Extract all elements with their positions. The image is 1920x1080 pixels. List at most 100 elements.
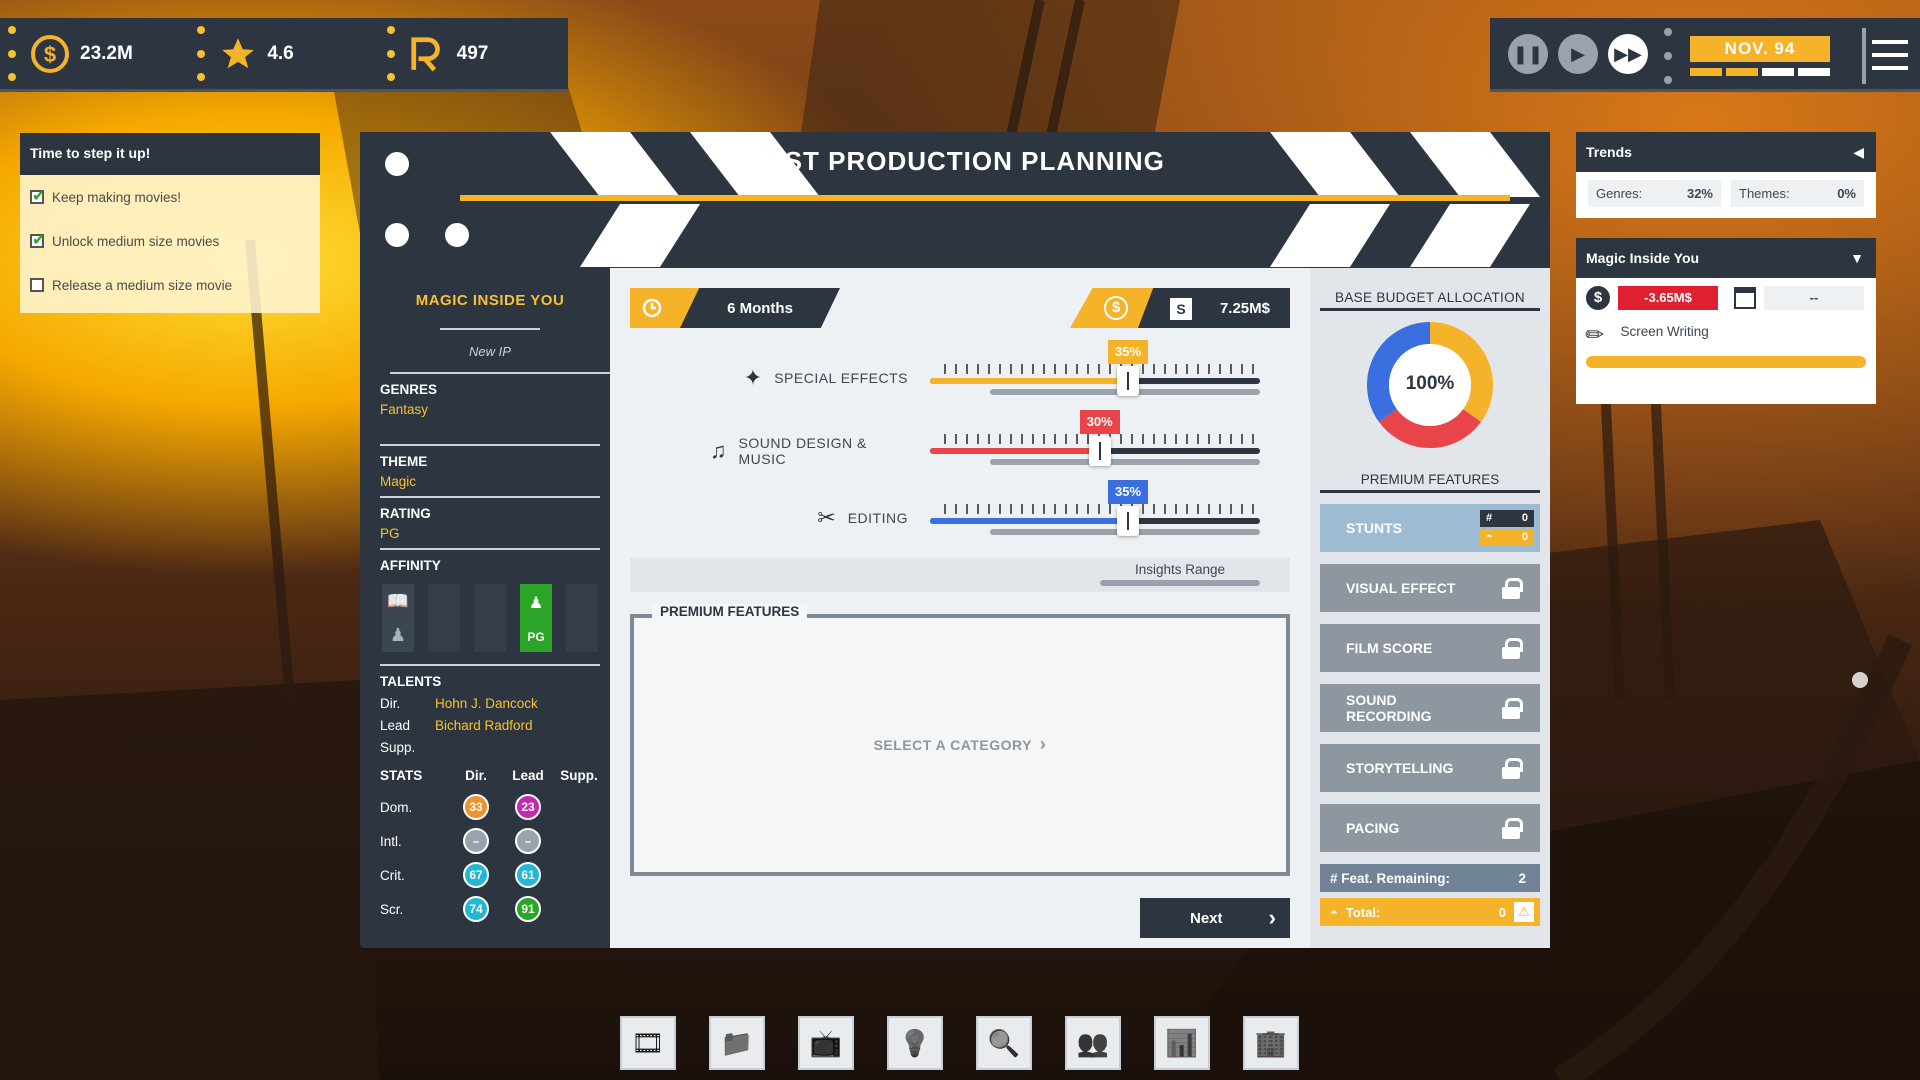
page-title: POST PRODUCTION PLANNING: [745, 146, 1165, 176]
checkbox-checked-icon: [30, 230, 45, 250]
objective-item: Release a medium size movie: [20, 263, 320, 307]
svg-text:$: $: [44, 42, 56, 67]
slider-thumb[interactable]: [1117, 506, 1139, 536]
trends-title: Trends: [1586, 144, 1632, 160]
project-money: -3.65M$: [1618, 286, 1718, 310]
calendar-icon: [1734, 287, 1756, 309]
folder-icon: 📁: [720, 1027, 754, 1058]
chevron-right-icon: ›: [1039, 734, 1047, 754]
stats-row: Crit. 67 61: [380, 858, 605, 892]
checkbox-unchecked-icon: [30, 278, 44, 292]
pause-button[interactable]: ❚❚: [1508, 34, 1548, 74]
coin-icon: $: [1104, 296, 1128, 320]
pause-icon: ❚❚: [1512, 43, 1544, 64]
feature-label: STUNTS: [1346, 520, 1402, 536]
objectives-title: Time to step it up!: [20, 133, 320, 175]
magnifier-button[interactable]: 🔍: [976, 1016, 1032, 1070]
affinity-slot-rating: ♟ PG: [520, 584, 552, 652]
affinity-label: AFFINITY: [380, 558, 441, 573]
slider-percent: 35%: [1108, 340, 1148, 364]
project-title: Magic Inside You: [1586, 250, 1700, 266]
trend-genres: Genres: 32%: [1588, 180, 1721, 207]
slider-percent: 35%: [1108, 480, 1148, 504]
hash-icon: #: [1486, 512, 1493, 524]
stats-row: Dom. 33 23: [380, 790, 605, 824]
affinity-slot-genre: 📖 ♟: [382, 584, 414, 652]
affinity-slot: [566, 584, 598, 652]
next-button[interactable]: Next ›: [1140, 898, 1290, 938]
slider-thumb[interactable]: [1117, 366, 1139, 396]
chart-button[interactable]: 📊: [1154, 1016, 1210, 1070]
stat-value: –: [515, 828, 541, 854]
project-card-header[interactable]: Magic Inside You ▼: [1576, 238, 1876, 278]
objective-item: Keep making movies!: [20, 175, 320, 219]
feature-visual-effect-button[interactable]: VISUAL EFFECT: [1320, 564, 1540, 612]
feature-label: VISUAL EFFECT: [1346, 580, 1456, 596]
lock-icon: [1502, 578, 1523, 599]
affinity-slot: [474, 584, 506, 652]
folder-button[interactable]: 📁: [709, 1016, 765, 1070]
remaining-value: 2: [1518, 870, 1526, 886]
objective-label: Unlock medium size movies: [52, 233, 220, 249]
lightbulb-button[interactable]: 💡: [887, 1016, 943, 1070]
feature-pacing-button[interactable]: PACING: [1320, 804, 1540, 852]
film-reel-button[interactable]: 🎞: [620, 1016, 676, 1070]
slider-fill: [930, 378, 1128, 384]
slider-thumb[interactable]: [1088, 436, 1111, 466]
building-button[interactable]: 🏢: [1243, 1016, 1299, 1070]
pencil-icon: ✎: [1579, 319, 1611, 351]
dollar-icon: $: [1586, 286, 1610, 310]
money-value: 23.2M: [80, 42, 133, 64]
slider-ticks: [944, 504, 1260, 514]
slider-fill: [930, 518, 1128, 524]
stat-value: 91: [515, 896, 541, 922]
stat-value: 67: [463, 862, 489, 888]
talents-list: Dir. Hohn J. Dancock Lead Bichard Radford …: [380, 696, 600, 762]
lock-icon: [1502, 818, 1523, 839]
duration-selector[interactable]: 6 Months: [630, 288, 840, 328]
objective-label: Keep making movies!: [52, 189, 182, 205]
checkbox-checked-icon: [30, 186, 45, 206]
slider-fill: [930, 448, 1100, 454]
talent-name[interactable]: Hohn J. Dancock: [435, 696, 538, 718]
feature-film-score-button[interactable]: FILM SCORE: [1320, 624, 1540, 672]
trend-themes: Themes: 0%: [1731, 180, 1864, 207]
affinity-slot: [428, 584, 460, 652]
bottom-toolbar: 🎞 📁 📺 💡 🔍 👥 📊 🏢: [620, 1016, 1299, 1070]
feature-label: FILM SCORE: [1346, 640, 1433, 656]
music-note-icon: ♫: [710, 438, 727, 463]
clock-icon: [642, 298, 662, 318]
people-icon: 👥: [1076, 1027, 1110, 1058]
building-icon: 🏢: [1254, 1027, 1288, 1058]
premium-features-header: PREMIUM FEATURES: [1360, 472, 1500, 487]
money-stat: $ 23.2M: [0, 18, 189, 89]
stunts-counters: #0 ◓ 0: [1480, 510, 1534, 546]
people-button[interactable]: 👥: [1065, 1016, 1121, 1070]
talent-row: Dir. Hohn J. Dancock: [380, 696, 600, 718]
budget-size-badge: S: [1170, 298, 1192, 320]
duration-value: 6 Months: [680, 288, 840, 328]
talent-row: Lead Bichard Radford: [380, 718, 600, 740]
total-label: Total:: [1345, 904, 1381, 920]
audience-icon: ♟: [528, 594, 544, 612]
play-button[interactable]: ▶: [1558, 34, 1598, 74]
stats-row: Intl. – –: [380, 824, 605, 858]
scissors-icon: ✂: [817, 505, 836, 530]
stat-value: –: [463, 828, 489, 854]
resource-bar: $ 23.2M 4.6 497: [0, 18, 568, 92]
slider-label: SPECIAL EFFECTS: [774, 370, 908, 386]
feature-sound-recording-button[interactable]: SOUND RECORDING: [1320, 684, 1540, 732]
trends-header[interactable]: Trends ◀: [1576, 132, 1876, 172]
lock-icon: [1502, 698, 1523, 719]
select-category-prompt[interactable]: SELECT A CATEGORY ›: [630, 734, 1290, 755]
collapse-down-icon: ▼: [1850, 250, 1864, 266]
talent-name[interactable]: Bichard Radford: [435, 718, 533, 740]
project-task: Screen Writing: [1620, 324, 1709, 339]
menu-button[interactable]: [1872, 40, 1908, 70]
objective-label: Release a medium size movie: [52, 277, 233, 293]
tv-button[interactable]: 📺: [798, 1016, 854, 1070]
feature-storytelling-button[interactable]: STORYTELLING: [1320, 744, 1540, 792]
fast-forward-button[interactable]: ▶▶: [1608, 34, 1648, 74]
talent-row: Supp.: [380, 740, 416, 755]
feature-label: SOUND RECORDING: [1346, 692, 1432, 724]
